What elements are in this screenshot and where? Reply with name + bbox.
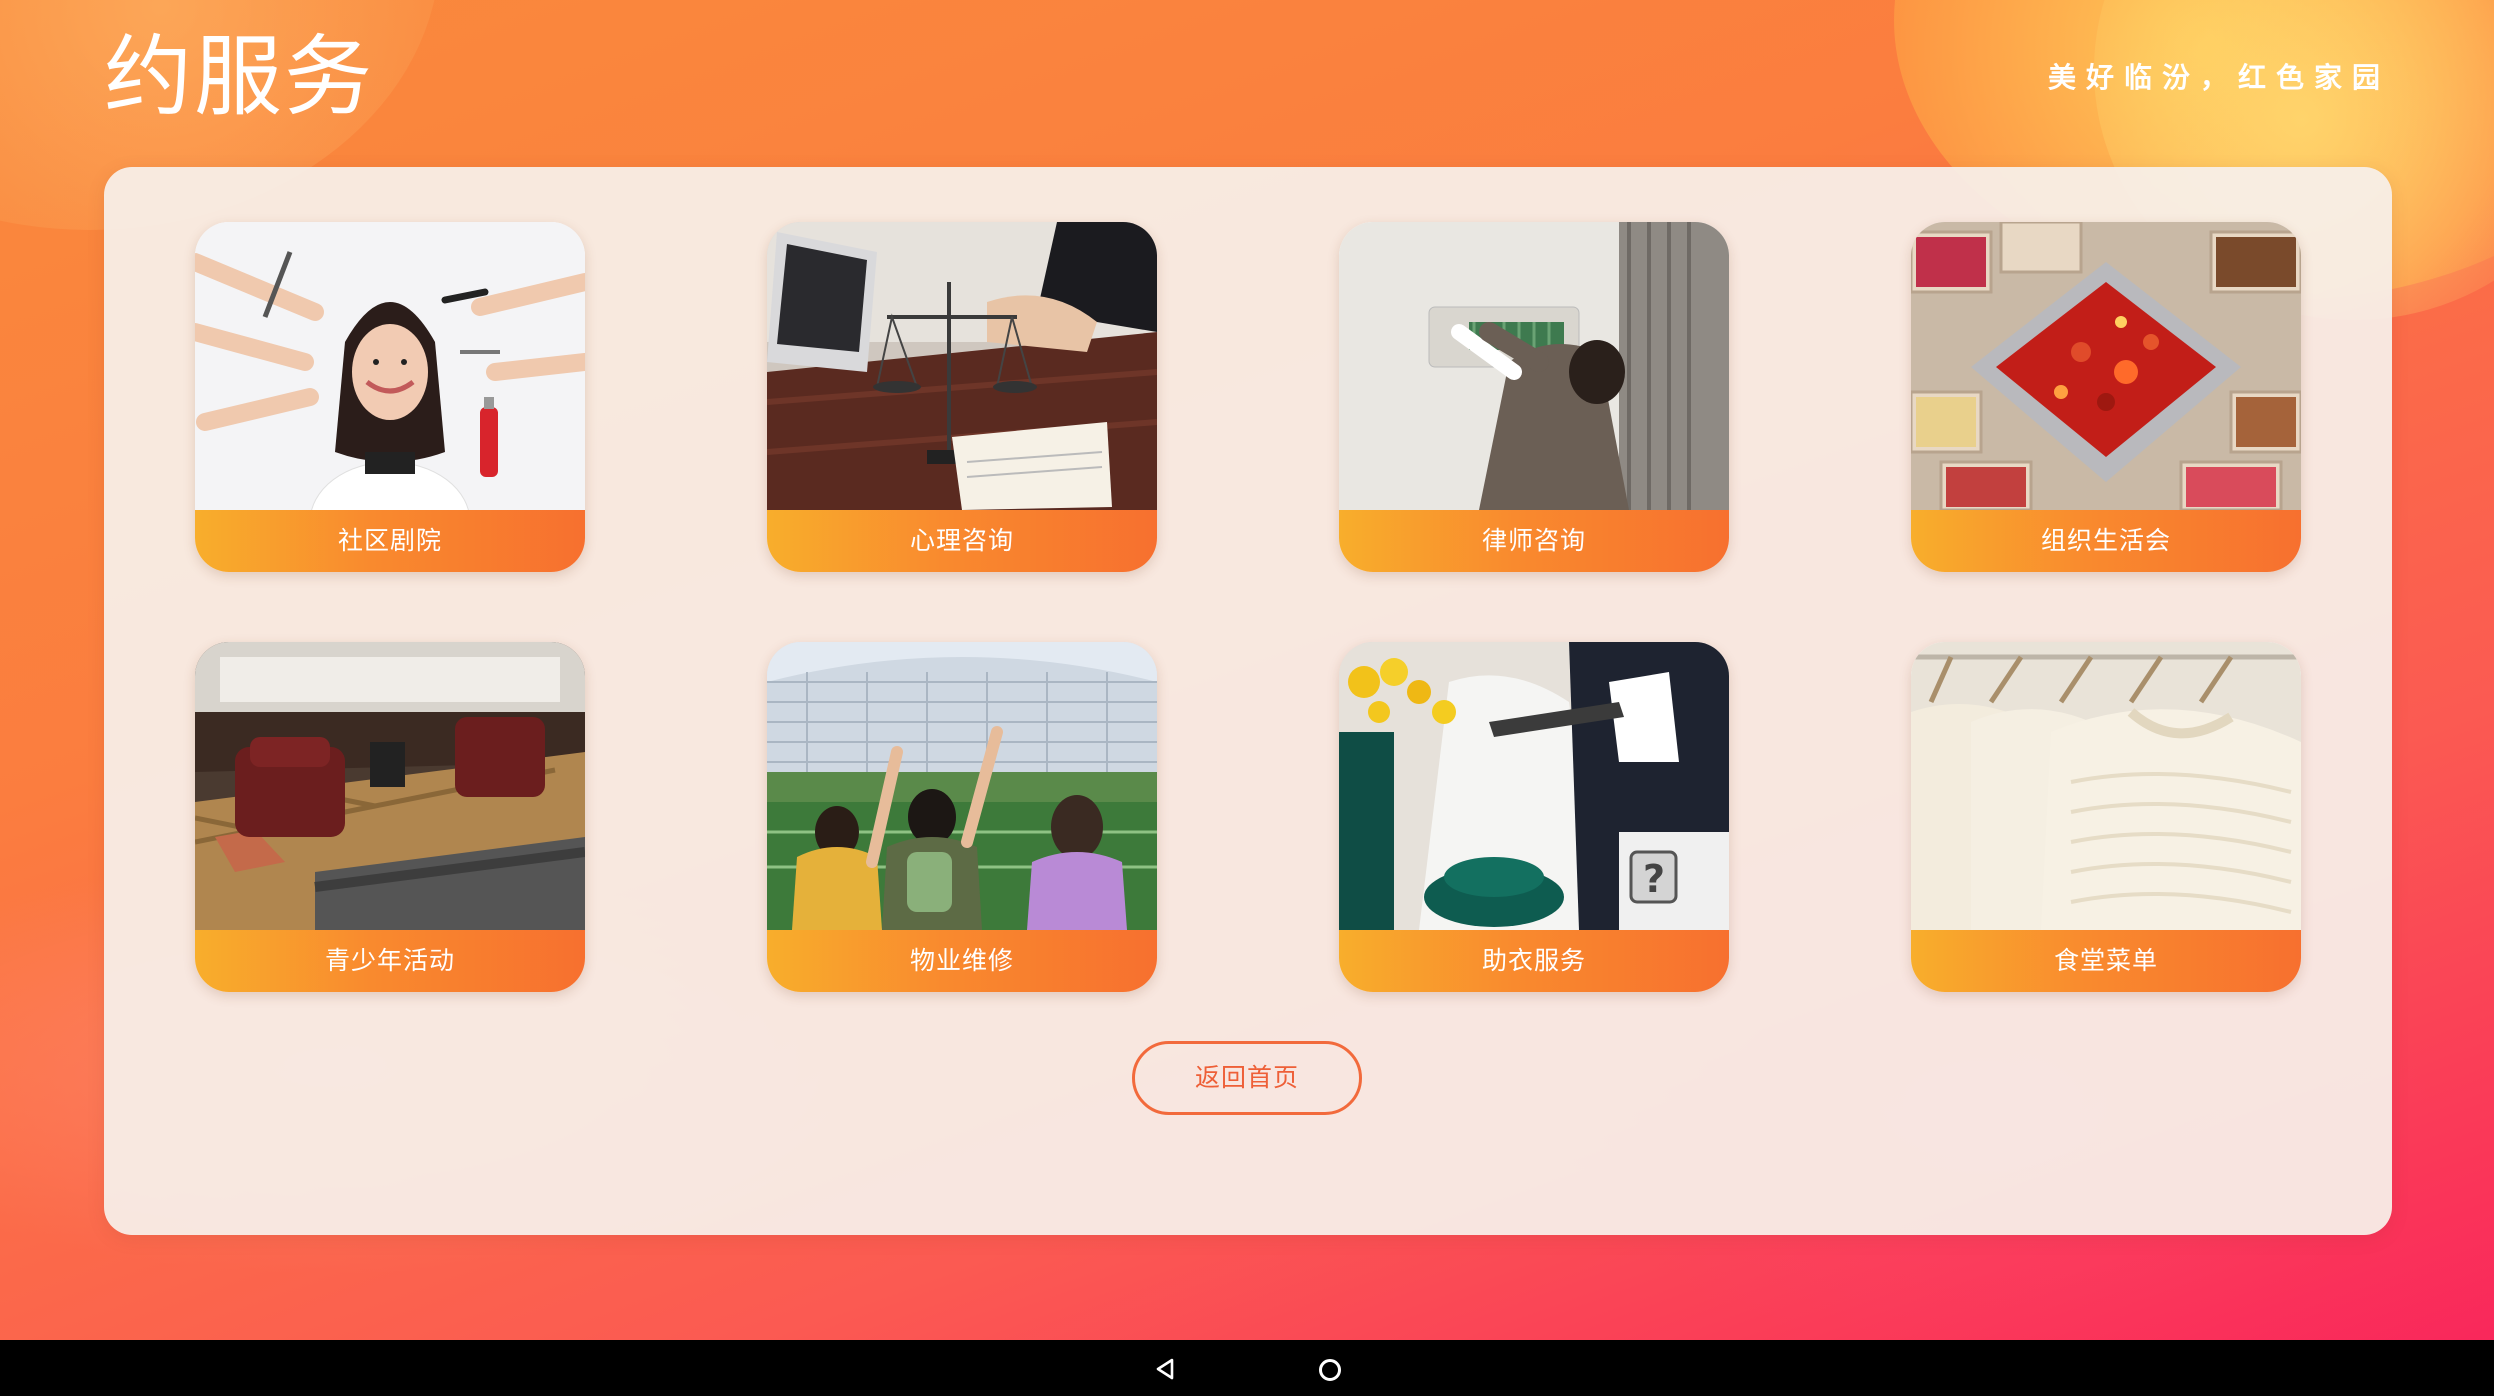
- service-card-6[interactable]: 物业维修: [767, 642, 1157, 992]
- service-card-label: 食堂菜单: [1911, 930, 2301, 992]
- cinema-room-photo: [195, 642, 585, 930]
- air-conditioner-repair-photo: [1339, 222, 1729, 510]
- stadium-students-photo: [767, 642, 1157, 930]
- circle-home-icon[interactable]: [1319, 1359, 1341, 1381]
- consultation-photo: ?: [1339, 642, 1729, 930]
- triangle-back-icon[interactable]: [1153, 1357, 1177, 1381]
- service-card-3[interactable]: 律师咨询: [1339, 222, 1729, 572]
- service-card-label: 物业维修: [767, 930, 1157, 992]
- service-card-label: 心理咨询: [767, 510, 1157, 572]
- service-card-2[interactable]: 心理咨询: [767, 222, 1157, 572]
- service-card-label: 组织生活会: [1911, 510, 2301, 572]
- svg-text:?: ?: [1643, 857, 1665, 901]
- service-panel: 社区剧院 心理咨询 律师咨询 组织生活会 青少年活动 物业维修 ? 助衣服务 食…: [104, 167, 2392, 1235]
- justice-scale-photo: [767, 222, 1157, 510]
- service-card-label: 青少年活动: [195, 930, 585, 992]
- service-card-label: 律师咨询: [1339, 510, 1729, 572]
- back-home-button[interactable]: 返回首页: [1132, 1041, 1362, 1115]
- service-card-7[interactable]: ? 助衣服务: [1339, 642, 1729, 992]
- service-card-4[interactable]: 组织生活会: [1911, 222, 2301, 572]
- service-card-1[interactable]: 社区剧院: [195, 222, 585, 572]
- slogan: 美好临汾，红色家园: [2047, 61, 2390, 94]
- service-card-label: 社区剧院: [195, 510, 585, 572]
- service-screen: 约服务 美好临汾，红色家园 社区剧院 心理咨询 律师咨询 组织生活会 青少年活动…: [0, 0, 2494, 1396]
- hairdressing-photo: [195, 222, 585, 510]
- page-title: 约服务: [104, 25, 375, 128]
- hotpot-photo: [1911, 222, 2301, 510]
- system-navigation-bar: [0, 1340, 2494, 1396]
- sweater-rack-photo: [1911, 642, 2301, 930]
- service-card-5[interactable]: 青少年活动: [195, 642, 585, 992]
- service-card-8[interactable]: 食堂菜单: [1911, 642, 2301, 992]
- service-card-label: 助衣服务: [1339, 930, 1729, 992]
